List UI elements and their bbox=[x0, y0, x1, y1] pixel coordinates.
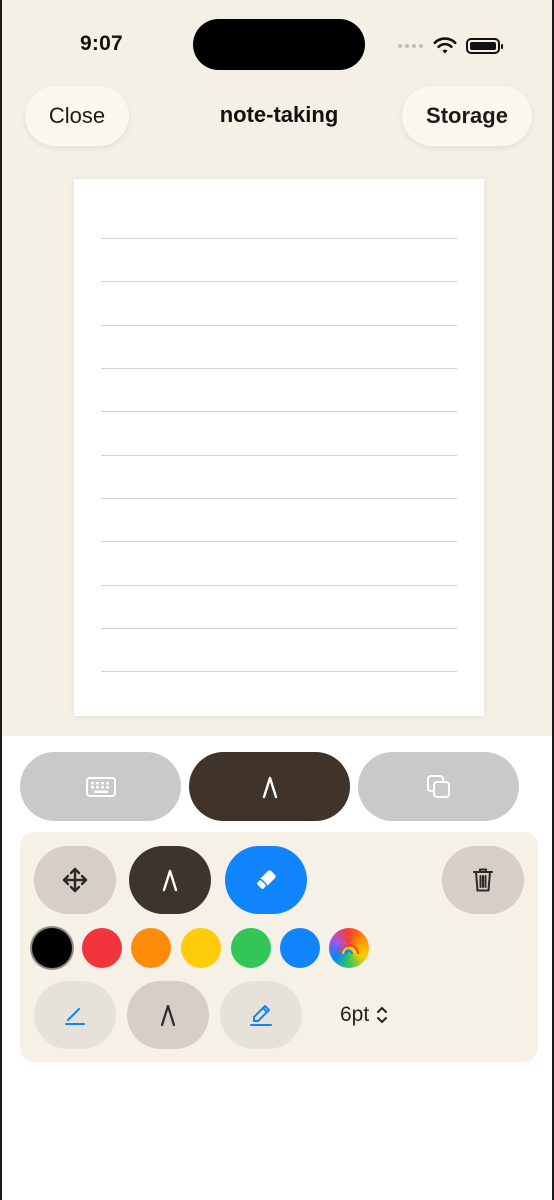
color-swatch-green[interactable] bbox=[231, 928, 271, 968]
ruled-line bbox=[101, 368, 457, 369]
keyboard-mode-button[interactable] bbox=[20, 752, 181, 821]
canvas-area: 9:07 Close note-taking Storage bbox=[2, 0, 552, 736]
wifi-icon bbox=[433, 37, 457, 54]
ruled-line bbox=[101, 238, 457, 239]
move-arrows-icon bbox=[62, 867, 88, 893]
eraser-icon bbox=[255, 870, 276, 891]
ruled-line bbox=[101, 585, 457, 586]
pen-nib-icon bbox=[160, 1004, 176, 1027]
ruled-line bbox=[101, 455, 457, 456]
pen-tool-button[interactable] bbox=[129, 846, 211, 914]
keyboard-icon bbox=[85, 776, 116, 797]
ruled-line bbox=[101, 628, 457, 629]
pencil-button[interactable] bbox=[220, 981, 302, 1049]
color-picker-rainbow[interactable] bbox=[329, 928, 369, 968]
nib-pen-button[interactable] bbox=[127, 981, 209, 1049]
trash-icon bbox=[473, 868, 493, 892]
color-swatch-orange[interactable] bbox=[131, 928, 171, 968]
rainbow-icon bbox=[339, 944, 359, 955]
delete-button[interactable] bbox=[442, 846, 524, 914]
page-title: note-taking bbox=[219, 102, 339, 127]
storage-button[interactable]: Storage bbox=[402, 86, 532, 146]
color-swatch-yellow[interactable] bbox=[181, 928, 221, 968]
close-button[interactable]: Close bbox=[25, 86, 129, 146]
tool-panel: 6pt bbox=[20, 832, 538, 1062]
battery-icon bbox=[466, 38, 503, 54]
pen-nib-icon bbox=[262, 776, 277, 798]
dynamic-island bbox=[193, 19, 365, 70]
status-time: 9:07 bbox=[80, 32, 123, 55]
app-window: 9:07 Close note-taking Storage 6pt bbox=[0, 0, 554, 1200]
color-swatch-black[interactable] bbox=[32, 928, 72, 968]
stroke-size-stepper[interactable]: 6pt bbox=[340, 1000, 389, 1030]
ruled-line bbox=[101, 498, 457, 499]
signal-icon bbox=[398, 44, 423, 48]
ruled-line bbox=[101, 411, 457, 412]
eraser-tool-button[interactable] bbox=[225, 846, 307, 914]
ruled-line bbox=[101, 325, 457, 326]
move-tool-button[interactable] bbox=[34, 846, 116, 914]
stroke-size-label: 6pt bbox=[340, 1003, 370, 1026]
pages-mode-button[interactable] bbox=[358, 752, 519, 821]
color-swatch-blue[interactable] bbox=[280, 928, 320, 968]
duplicate-icon bbox=[426, 774, 450, 798]
ruled-line bbox=[101, 671, 457, 672]
note-page[interactable] bbox=[74, 179, 484, 716]
pen-nib-icon bbox=[162, 869, 178, 892]
status-icons bbox=[398, 36, 503, 56]
pen-line-icon bbox=[65, 1008, 85, 1025]
pen-mode-button[interactable] bbox=[189, 752, 350, 821]
ruled-line bbox=[101, 281, 457, 282]
chevron-up-down-icon bbox=[377, 1007, 388, 1023]
pencil-icon bbox=[250, 1005, 272, 1026]
color-swatch-red[interactable] bbox=[82, 928, 122, 968]
fine-pen-button[interactable] bbox=[34, 981, 116, 1049]
ruled-line bbox=[101, 541, 457, 542]
